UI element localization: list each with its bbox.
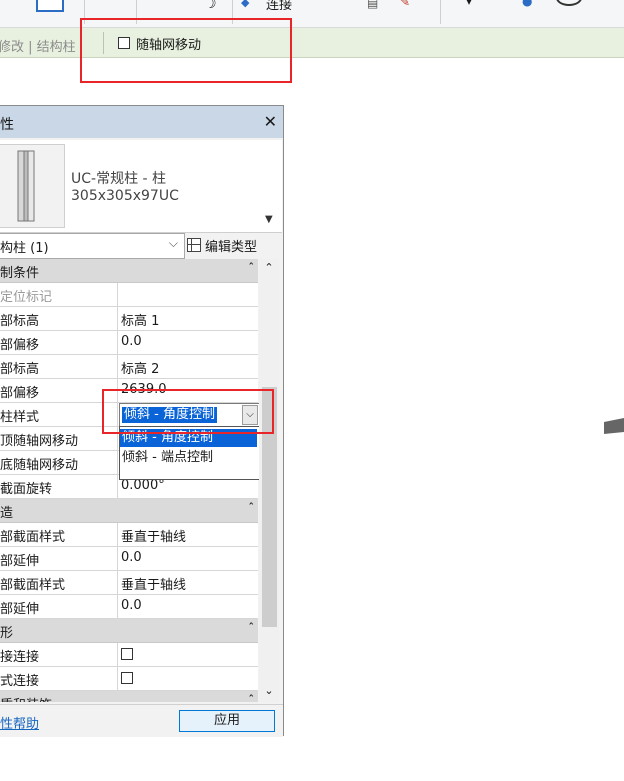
property-row[interactable]: 部偏移 2639.0 — [0, 379, 258, 403]
property-name: 底随轴网移动 — [0, 451, 118, 474]
property-value[interactable]: 标高 2 — [121, 358, 159, 377]
scroll-up-icon[interactable]: ⌃ — [259, 261, 279, 277]
collapse-icon[interactable]: ˆ — [249, 693, 255, 702]
property-row[interactable]: 部截面样式 垂直于轴线 — [0, 523, 258, 547]
group-header[interactable]: 形 ˆ — [0, 619, 258, 643]
property-name: 顶随轴网移动 — [0, 427, 118, 450]
ribbon-divider — [136, 0, 137, 24]
type-family-name: UC-常规柱 - 柱 — [71, 171, 167, 187]
group-title: 形 — [0, 626, 14, 641]
collapse-icon[interactable]: ˆ — [249, 501, 255, 514]
property-row[interactable]: 部偏移 0.0 — [0, 331, 258, 355]
type-selector[interactable]: UC-常规柱 - 柱 305x305x97UC ▼ — [0, 140, 282, 233]
property-row[interactable]: 部延伸 0.0 — [0, 547, 258, 571]
property-name: 部标高 — [0, 355, 118, 378]
group-header[interactable]: 制条件 ˆ — [0, 259, 258, 283]
property-name: 部截面样式 — [0, 523, 118, 546]
property-name: 接连接 — [0, 643, 118, 666]
tool-icon[interactable] — [36, 0, 64, 12]
property-name: 部偏移 — [0, 331, 118, 354]
scrollbar-thumb[interactable] — [262, 387, 277, 627]
property-value[interactable]: 0.0 — [121, 598, 142, 613]
options-divider — [103, 32, 104, 54]
instance-filter-value: 构柱 (1) — [0, 241, 49, 256]
move-with-grids-checkbox[interactable] — [118, 37, 130, 49]
property-value[interactable]: 0.0 — [121, 550, 142, 565]
column-thumbnail — [0, 144, 65, 228]
info-icon[interactable]: ● — [522, 0, 532, 8]
property-name: 部偏移 — [0, 379, 118, 402]
chevron-down-icon[interactable]: ⌵ — [242, 405, 258, 425]
group-title: 造 — [0, 506, 14, 521]
property-row[interactable]: 接连接 — [0, 643, 258, 667]
property-name: 部截面样式 — [0, 571, 118, 594]
mode-label: 修改 | 结构柱 — [0, 40, 76, 55]
group-title: 制条件 — [0, 266, 40, 281]
edit-type-icon — [187, 238, 201, 252]
property-name: 部标高 — [0, 307, 118, 330]
property-checkbox[interactable] — [121, 648, 133, 664]
ribbon: ☽ ◆ 连接 ▤ ✎ ▾ ● — [0, 0, 624, 28]
column-style-value: 倾斜 - 角度控制 — [122, 407, 217, 423]
property-row[interactable]: 部截面样式 垂直于轴线 — [0, 571, 258, 595]
collapse-icon[interactable]: ˆ — [249, 621, 255, 634]
move-with-grids-label: 随轴网移动 — [136, 37, 202, 53]
ribbon-divider — [84, 0, 85, 24]
view-icon[interactable]: ▤ — [367, 0, 378, 10]
instance-filter-dropdown[interactable]: 构柱 (1) ⌵ — [0, 233, 185, 259]
property-row[interactable]: 部延伸 0.0 — [0, 595, 258, 619]
column-style-dropdown-list: 倾斜 - 角度控制 倾斜 - 端点控制 — [119, 426, 260, 480]
property-value[interactable]: 2639.0 — [121, 382, 167, 397]
property-value[interactable]: 垂直于轴线 — [121, 526, 186, 545]
move-with-grids-option[interactable]: 随轴网移动 — [118, 34, 202, 53]
group-header[interactable]: 质和装饰 ˆ — [0, 691, 258, 702]
property-value[interactable]: 0.000° — [121, 478, 165, 493]
connect-label[interactable]: 连接 — [266, 0, 292, 13]
scroll-down-icon[interactable]: ⌄ — [259, 684, 279, 700]
ribbon-divider — [440, 0, 441, 24]
help-icon[interactable] — [556, 0, 582, 6]
group-title: 质和装饰 — [0, 694, 52, 702]
edit-type-label: 编辑类型 — [205, 239, 258, 255]
ribbon-divider — [232, 0, 233, 24]
canvas-element — [604, 418, 624, 434]
moon-icon[interactable]: ☽ — [204, 0, 217, 12]
dropdown-option[interactable]: 倾斜 - 端点控制 — [120, 449, 257, 467]
property-name: 定位标记 — [0, 283, 118, 306]
properties-palette: 性 ✕ UC-常规柱 - 柱 305x305x97UC ▼ 构柱 (1) ⌵ 编… — [0, 105, 284, 737]
property-value[interactable]: 标高 1 — [121, 310, 159, 329]
property-value[interactable]: 0.0 — [121, 334, 142, 349]
property-row[interactable]: 式连接 — [0, 667, 258, 691]
brush-icon[interactable]: ✎ — [400, 0, 410, 9]
close-icon[interactable]: ✕ — [264, 112, 277, 131]
property-row[interactable]: 部标高 标高 1 — [0, 307, 258, 331]
properties-help-link[interactable]: 性帮助 — [0, 713, 39, 732]
property-checkbox[interactable] — [121, 672, 133, 688]
property-name: 截面旋转 — [0, 475, 118, 498]
property-name: 部延伸 — [0, 547, 118, 570]
dropdown-icon[interactable]: ▾ — [466, 0, 472, 8]
edit-type-button[interactable]: 编辑类型 — [187, 233, 279, 257]
dropdown-option[interactable]: 倾斜 - 角度控制 — [120, 429, 257, 447]
chevron-down-icon[interactable]: ▼ — [265, 214, 273, 225]
properties-grid: 制条件 ˆ 定位标记 部标高 标高 1 部偏移 0.0 部标高 标高 2 部偏移… — [0, 259, 258, 702]
vertical-scrollbar[interactable]: ⌃ ⌄ — [259, 259, 279, 702]
palette-title: 性 — [0, 117, 14, 133]
type-size-name: 305x305x97UC — [71, 188, 179, 204]
property-name: 柱样式 — [0, 403, 118, 426]
property-row[interactable]: 定位标记 — [0, 283, 258, 307]
property-value[interactable]: 垂直于轴线 — [121, 574, 186, 593]
connect-icon[interactable]: ◆ — [241, 0, 249, 9]
property-name: 式连接 — [0, 667, 118, 690]
collapse-icon[interactable]: ˆ — [249, 261, 255, 274]
options-bar: 修改 | 结构柱 随轴网移动 — [0, 28, 624, 58]
group-header[interactable]: 造 ˆ — [0, 499, 258, 523]
property-name: 部延伸 — [0, 595, 118, 618]
chevron-down-icon[interactable]: ⌵ — [169, 236, 178, 251]
apply-button[interactable]: 应用 — [179, 710, 275, 732]
palette-title-bar[interactable]: 性 ✕ — [0, 106, 283, 138]
property-row[interactable]: 部标高 标高 2 — [0, 355, 258, 379]
palette-footer: 性帮助 应用 — [0, 704, 283, 737]
